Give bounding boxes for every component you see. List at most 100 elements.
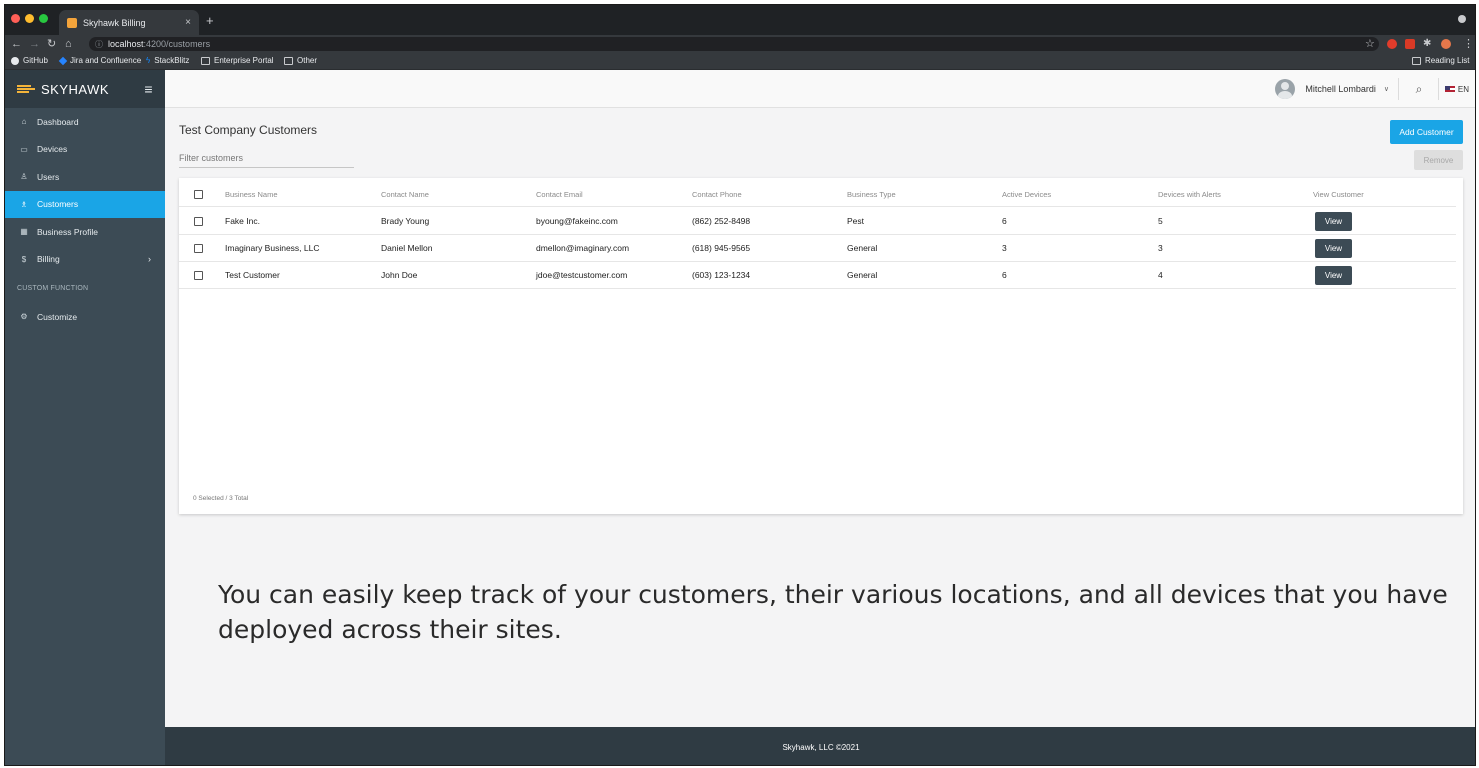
column-header[interactable]: Devices with Alerts (1158, 183, 1221, 206)
bookmark-other[interactable]: Other (284, 56, 317, 65)
bookmark-stackblitz[interactable]: ϟ StackBlitz (146, 56, 189, 65)
business-type-cell: General (847, 243, 878, 253)
filter-customers-input[interactable]: Filter customers (179, 151, 354, 168)
user-name: Mitchell Lombardi (1305, 84, 1376, 94)
site-info-icon[interactable]: ⓘ (95, 39, 103, 50)
sidebar-item-customers[interactable]: ♗ Customers (5, 190, 165, 218)
hamburger-menu-icon[interactable]: ≡ (144, 81, 153, 97)
user-icon: ♙ (20, 172, 28, 182)
sidebar-item-dashboard[interactable]: ⌂ Dashboard (5, 108, 165, 136)
close-tab-icon[interactable]: × (185, 17, 191, 28)
table-header-row: Business Name Contact Name Contact Email… (179, 183, 1456, 207)
active-devices-cell: 6 (1002, 216, 1007, 226)
view-customer-cell: View (1315, 262, 1352, 288)
contact-email-cell: jdoe@testcustomer.com (536, 270, 628, 280)
column-header[interactable]: Contact Phone (692, 183, 742, 206)
minimize-window-button[interactable] (25, 14, 34, 23)
sidebar-item-billing[interactable]: $ Billing › (5, 246, 165, 274)
reading-list-label: Reading List (1425, 56, 1470, 65)
bookmark-jira[interactable]: Jira and Confluence (58, 56, 141, 65)
sidebar-item-label: Users (37, 171, 60, 182)
bookmark-label: Enterprise Portal (214, 56, 274, 65)
select-all-cell (194, 183, 203, 206)
page-footer: Skyhawk, LLC ©2021 (165, 727, 1475, 765)
maximize-window-button[interactable] (39, 14, 48, 23)
brand-header: SKYHAWK ≡ (5, 70, 165, 108)
active-devices-cell: 6 (1002, 270, 1007, 280)
table-row: Test Customer John Doe jdoe@testcustomer… (179, 262, 1456, 289)
table-row: Fake Inc. Brady Young byoung@fakeinc.com… (179, 208, 1456, 235)
chevron-right-icon: › (148, 254, 151, 265)
language-selector[interactable]: EN (1444, 70, 1469, 108)
folder-icon (284, 56, 293, 65)
bookmark-star-icon[interactable]: ☆ (1365, 37, 1375, 51)
bookmark-enterprise-portal[interactable]: Enterprise Portal (201, 56, 274, 65)
sidebar-item-devices[interactable]: ▭ Devices (5, 136, 165, 164)
business-name-cell: Test Customer (225, 270, 280, 280)
contact-email-cell: dmellon@imaginary.com (536, 243, 630, 253)
customers-icon: ♗ (20, 199, 28, 209)
sidebar-nav: ⌂ Dashboard ▭ Devices ♙ Users ♗ Customer… (5, 108, 165, 331)
column-header[interactable]: Business Type (847, 183, 896, 206)
sidebar-item-label: Devices (37, 144, 68, 155)
view-customer-button[interactable]: View (1315, 265, 1352, 285)
column-header[interactable]: Contact Name (381, 183, 429, 206)
business-name-cell: Imaginary Business, LLC (225, 243, 320, 253)
reload-icon[interactable]: ↻ (47, 37, 56, 51)
sidebar-item-users[interactable]: ♙ Users (5, 163, 165, 191)
sidebar-section-label: CUSTOM FUNCTION (17, 284, 89, 292)
row-checkbox[interactable] (194, 216, 203, 226)
search-icon[interactable]: ⌕ (1404, 70, 1434, 108)
sidebar-item-label: Business Profile (37, 226, 98, 237)
column-header[interactable]: Contact Email (536, 183, 583, 206)
user-menu[interactable]: Mitchell Lombardi ∨ (1275, 70, 1389, 108)
view-customer-button[interactable]: View (1315, 211, 1352, 231)
column-header[interactable]: View Customer (1313, 183, 1364, 206)
skyhawk-favicon-icon (67, 17, 77, 28)
us-flag-icon (1444, 86, 1455, 92)
close-window-button[interactable] (11, 14, 20, 23)
puzzle-icon[interactable]: ✱ (1423, 37, 1431, 51)
url-path: :4200/customers (143, 39, 211, 49)
back-icon[interactable]: ← (11, 37, 22, 51)
select-all-checkbox[interactable] (194, 190, 203, 199)
bookmark-github[interactable]: GitHub (11, 56, 48, 65)
top-header: Mitchell Lombardi ∨ ⌕ EN (165, 70, 1475, 108)
new-tab-button[interactable]: + (206, 13, 214, 28)
jira-icon (58, 56, 68, 65)
devices-with-alerts-cell: 5 (1158, 216, 1163, 226)
forward-icon[interactable]: → (29, 37, 40, 51)
home-icon[interactable]: ⌂ (65, 37, 72, 51)
extension-shield-icon[interactable] (1387, 39, 1397, 49)
column-header[interactable]: Active Devices (1002, 183, 1051, 206)
bookmarks-bar: GitHub Jira and Confluence ϟ StackBlitz E… (5, 53, 1475, 70)
url-host: localhost (108, 39, 144, 49)
add-customer-button[interactable]: Add Customer (1390, 120, 1463, 144)
reading-list[interactable]: Reading List (1412, 56, 1469, 65)
row-checkbox[interactable] (194, 243, 203, 253)
sidebar-item-label: Billing (37, 254, 60, 265)
remove-button[interactable]: Remove (1414, 150, 1463, 170)
row-checkbox[interactable] (194, 270, 203, 280)
view-customer-button[interactable]: View (1315, 238, 1352, 258)
app-window: Skyhawk Billing × + ← → ↻ ⌂ ⓘ localhost … (4, 4, 1476, 766)
reading-list-icon (1412, 56, 1421, 65)
browser-address-bar: ← → ↻ ⌂ ⓘ localhost :4200/customers ☆ ✱ … (5, 35, 1475, 53)
sidebar-item-customize[interactable]: ⚙ Customize (5, 303, 165, 331)
profile-avatar-icon[interactable] (1441, 39, 1451, 49)
browser-tab[interactable]: Skyhawk Billing × (59, 10, 199, 35)
view-customer-cell: View (1315, 235, 1352, 261)
home-icon: ⌂ (21, 117, 27, 127)
url-input[interactable]: ⓘ localhost :4200/customers (89, 37, 1379, 51)
active-devices-cell: 3 (1002, 243, 1007, 253)
extension-menu-icon[interactable] (1405, 39, 1415, 49)
view-customer-cell: View (1315, 208, 1352, 234)
sidebar-item-business-profile[interactable]: ▦ Business Profile (5, 218, 165, 246)
browser-status-icon[interactable] (1458, 15, 1466, 23)
page-title: Test Company Customers (179, 123, 318, 137)
bookmark-label: Other (297, 56, 318, 65)
column-header[interactable]: Business Name (225, 183, 278, 206)
browser-menu-icon[interactable]: ⋮ (1463, 37, 1474, 51)
contact-name-cell: Daniel Mellon (381, 243, 433, 253)
header-divider (1398, 78, 1399, 100)
